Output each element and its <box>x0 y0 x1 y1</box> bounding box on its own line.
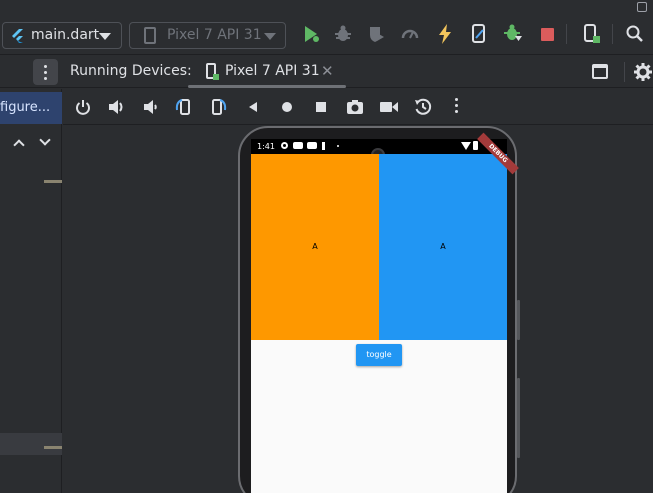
phone-volume-key <box>517 378 520 458</box>
home-icon <box>282 102 292 112</box>
right-color-box: A <box>379 154 507 340</box>
title-strip <box>0 0 653 16</box>
home-button[interactable] <box>275 95 299 119</box>
phone-icon <box>144 27 156 44</box>
power-icon <box>76 100 90 115</box>
ide-window: main.dart Pixel 7 API 31 Running Devices… <box>0 0 653 493</box>
chevron-down-icon <box>264 33 276 40</box>
search-icon <box>626 25 643 42</box>
rotate-left-button[interactable] <box>172 95 196 119</box>
stop-icon <box>540 27 554 41</box>
options-button[interactable] <box>33 59 58 85</box>
tab-pixel-7-api-31[interactable]: Pixel 7 API 31 ✕ <box>188 56 346 88</box>
run-with-coverage-button[interactable] <box>364 22 388 46</box>
back-button[interactable] <box>241 95 265 119</box>
bug-attach-icon <box>504 24 522 41</box>
gauge-icon <box>401 29 419 39</box>
battery-icon <box>473 141 478 150</box>
right-box-text: A <box>440 242 446 251</box>
video-camera-icon <box>380 102 398 112</box>
search-button[interactable] <box>623 22 647 46</box>
device-manager-icon <box>584 24 600 43</box>
back-icon <box>249 102 257 112</box>
overview-icon <box>316 102 326 112</box>
tool-window-header: Running Devices: Pixel 7 API 31 ✕ <box>0 56 653 88</box>
scroll-marker <box>44 180 62 183</box>
gear-icon <box>634 63 652 81</box>
screenshot-button[interactable] <box>343 95 367 119</box>
toolbar-separator <box>612 24 613 44</box>
debug-button[interactable] <box>331 22 355 46</box>
notification-status-icon <box>322 142 325 150</box>
rotate-left-icon <box>175 99 190 115</box>
shield-icon <box>370 27 384 42</box>
camera-icon <box>347 100 363 114</box>
window-layout-icon[interactable] <box>592 64 608 79</box>
hot-reload-button[interactable] <box>433 22 457 46</box>
overview-button[interactable] <box>309 95 333 119</box>
configure-link[interactable]: figure... <box>0 92 62 124</box>
volume-up-button[interactable] <box>105 95 129 119</box>
more-notifications-dot <box>337 145 339 147</box>
rotate-right-button[interactable] <box>206 95 230 119</box>
chevron-down-icon[interactable] <box>39 134 51 146</box>
external-window-icon[interactable] <box>637 2 647 12</box>
flutter-inspector-button[interactable] <box>467 22 491 46</box>
youtube-status-icon <box>307 142 317 149</box>
settings-button[interactable] <box>634 63 652 85</box>
device-manager-button[interactable] <box>580 22 604 46</box>
status-time: 1:41 <box>257 142 275 151</box>
phone-power-key <box>517 300 520 340</box>
youtube-status-icon <box>293 142 303 149</box>
screen-record-button[interactable] <box>377 95 401 119</box>
more-vertical-icon <box>44 65 47 80</box>
settings-status-icon <box>281 142 288 149</box>
wifi-icon <box>461 142 471 150</box>
lightning-icon <box>439 24 451 44</box>
run-button[interactable] <box>299 22 323 46</box>
scroll-marker <box>44 446 62 449</box>
stop-button[interactable] <box>535 22 559 46</box>
run-configuration-label: main.dart <box>31 27 100 43</box>
volume-up-icon <box>109 100 123 114</box>
toggle-button[interactable]: toggle <box>356 344 402 366</box>
device-selector[interactable]: Pixel 7 API 31 <box>129 22 286 49</box>
close-icon[interactable]: ✕ <box>321 62 334 80</box>
rotate-right-icon <box>212 99 227 115</box>
device-tab-label: Pixel 7 API 31 <box>225 63 320 79</box>
more-vertical-icon <box>455 98 458 113</box>
bug-icon <box>335 25 351 41</box>
left-box-text: A <box>312 242 318 251</box>
attach-debugger-button[interactable] <box>501 22 525 46</box>
device-selector-label: Pixel 7 API 31 <box>167 27 262 43</box>
current-line-highlight <box>0 433 62 455</box>
chevron-up-icon[interactable] <box>13 139 25 151</box>
more-options-button[interactable] <box>445 95 469 119</box>
volume-down-button[interactable] <box>139 95 163 119</box>
history-icon <box>415 98 432 115</box>
volume-down-icon <box>144 100 157 114</box>
run-configuration-selector[interactable]: main.dart <box>2 22 122 49</box>
chevron-down-icon <box>99 33 111 40</box>
left-color-box: A <box>251 154 379 340</box>
running-devices-label: Running Devices: <box>70 63 192 79</box>
device-running-icon <box>206 63 219 80</box>
snapshot-button[interactable] <box>411 95 435 119</box>
device-inspector-icon <box>472 24 485 43</box>
profile-button[interactable] <box>398 22 422 46</box>
emulator-controls <box>63 89 653 125</box>
editor-side-panel: figure... <box>0 89 62 493</box>
toolbar-separator <box>566 24 567 44</box>
flutter-icon <box>12 29 23 43</box>
header-separator <box>624 62 625 82</box>
active-tab-indicator <box>188 85 346 88</box>
configure-label: figure... <box>0 100 51 115</box>
power-button[interactable] <box>71 95 95 119</box>
